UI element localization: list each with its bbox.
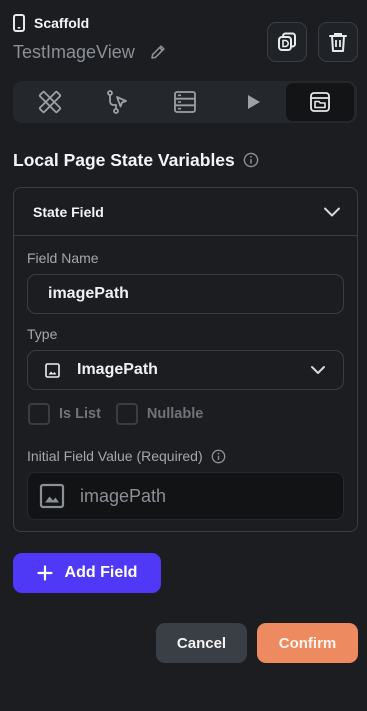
duplicate-icon [278, 32, 296, 51]
section-title: Local Page State Variables [13, 149, 235, 170]
image-icon [39, 483, 65, 509]
is-list-checkbox[interactable] [28, 403, 50, 425]
tab-properties[interactable] [16, 83, 84, 121]
duplicate-button[interactable] [267, 22, 307, 62]
initial-value-field[interactable]: imagePath [27, 472, 344, 520]
initial-value-label: Initial Field Value (Required) [27, 448, 203, 464]
trash-icon [329, 33, 347, 52]
chevron-down-icon[interactable] [322, 202, 342, 222]
state-field-card: State Field Field Name imagePath Type Im… [13, 187, 358, 532]
info-icon[interactable] [211, 449, 226, 464]
image-icon [45, 362, 60, 378]
type-select[interactable]: ImagePath [27, 350, 344, 390]
confirm-button[interactable]: Confirm [257, 623, 358, 663]
plus-icon [36, 565, 53, 581]
delete-button[interactable] [318, 22, 358, 62]
edit-pencil-icon[interactable] [149, 43, 167, 61]
type-label: Type [27, 326, 58, 342]
widget-type-label: Scaffold [34, 15, 90, 31]
cancel-button[interactable]: Cancel [156, 623, 247, 663]
widget-name-row: TestImageView [13, 40, 167, 64]
info-icon[interactable] [243, 152, 259, 168]
widget-name: TestImageView [13, 41, 135, 62]
chevron-down-icon [311, 366, 325, 374]
flow-select-icon [107, 90, 128, 114]
tab-backend-query[interactable] [151, 83, 219, 121]
property-tabs [13, 81, 357, 123]
widget-type-row: Scaffold [13, 12, 89, 34]
tab-page-state[interactable] [286, 83, 354, 121]
field-name-input[interactable]: imagePath [27, 274, 344, 314]
folder-window-icon [310, 92, 331, 112]
nullable-label: Nullable [146, 406, 204, 422]
is-list-label: Is List [59, 406, 101, 422]
tab-actions[interactable] [84, 83, 152, 121]
tab-preview[interactable] [219, 83, 287, 121]
initial-value-label-row: Initial Field Value (Required) [27, 447, 226, 465]
database-icon [174, 91, 196, 113]
play-icon [247, 95, 260, 109]
field-name-label: Field Name [27, 250, 99, 266]
initial-value-text: imagePath [80, 485, 167, 506]
add-field-button[interactable]: Add Field [13, 553, 161, 593]
type-select-value: ImagePath [77, 361, 158, 378]
nullable-checkbox[interactable] [115, 403, 138, 425]
phone-icon [13, 14, 25, 32]
ruler-pencil-icon [38, 90, 61, 114]
options-row: Is List Nullable [28, 403, 203, 425]
state-field-header[interactable]: State Field [14, 188, 357, 236]
add-field-label: Add Field [64, 564, 138, 581]
section-title-row: Local Page State Variables [13, 149, 259, 171]
state-field-title: State Field [33, 203, 104, 220]
